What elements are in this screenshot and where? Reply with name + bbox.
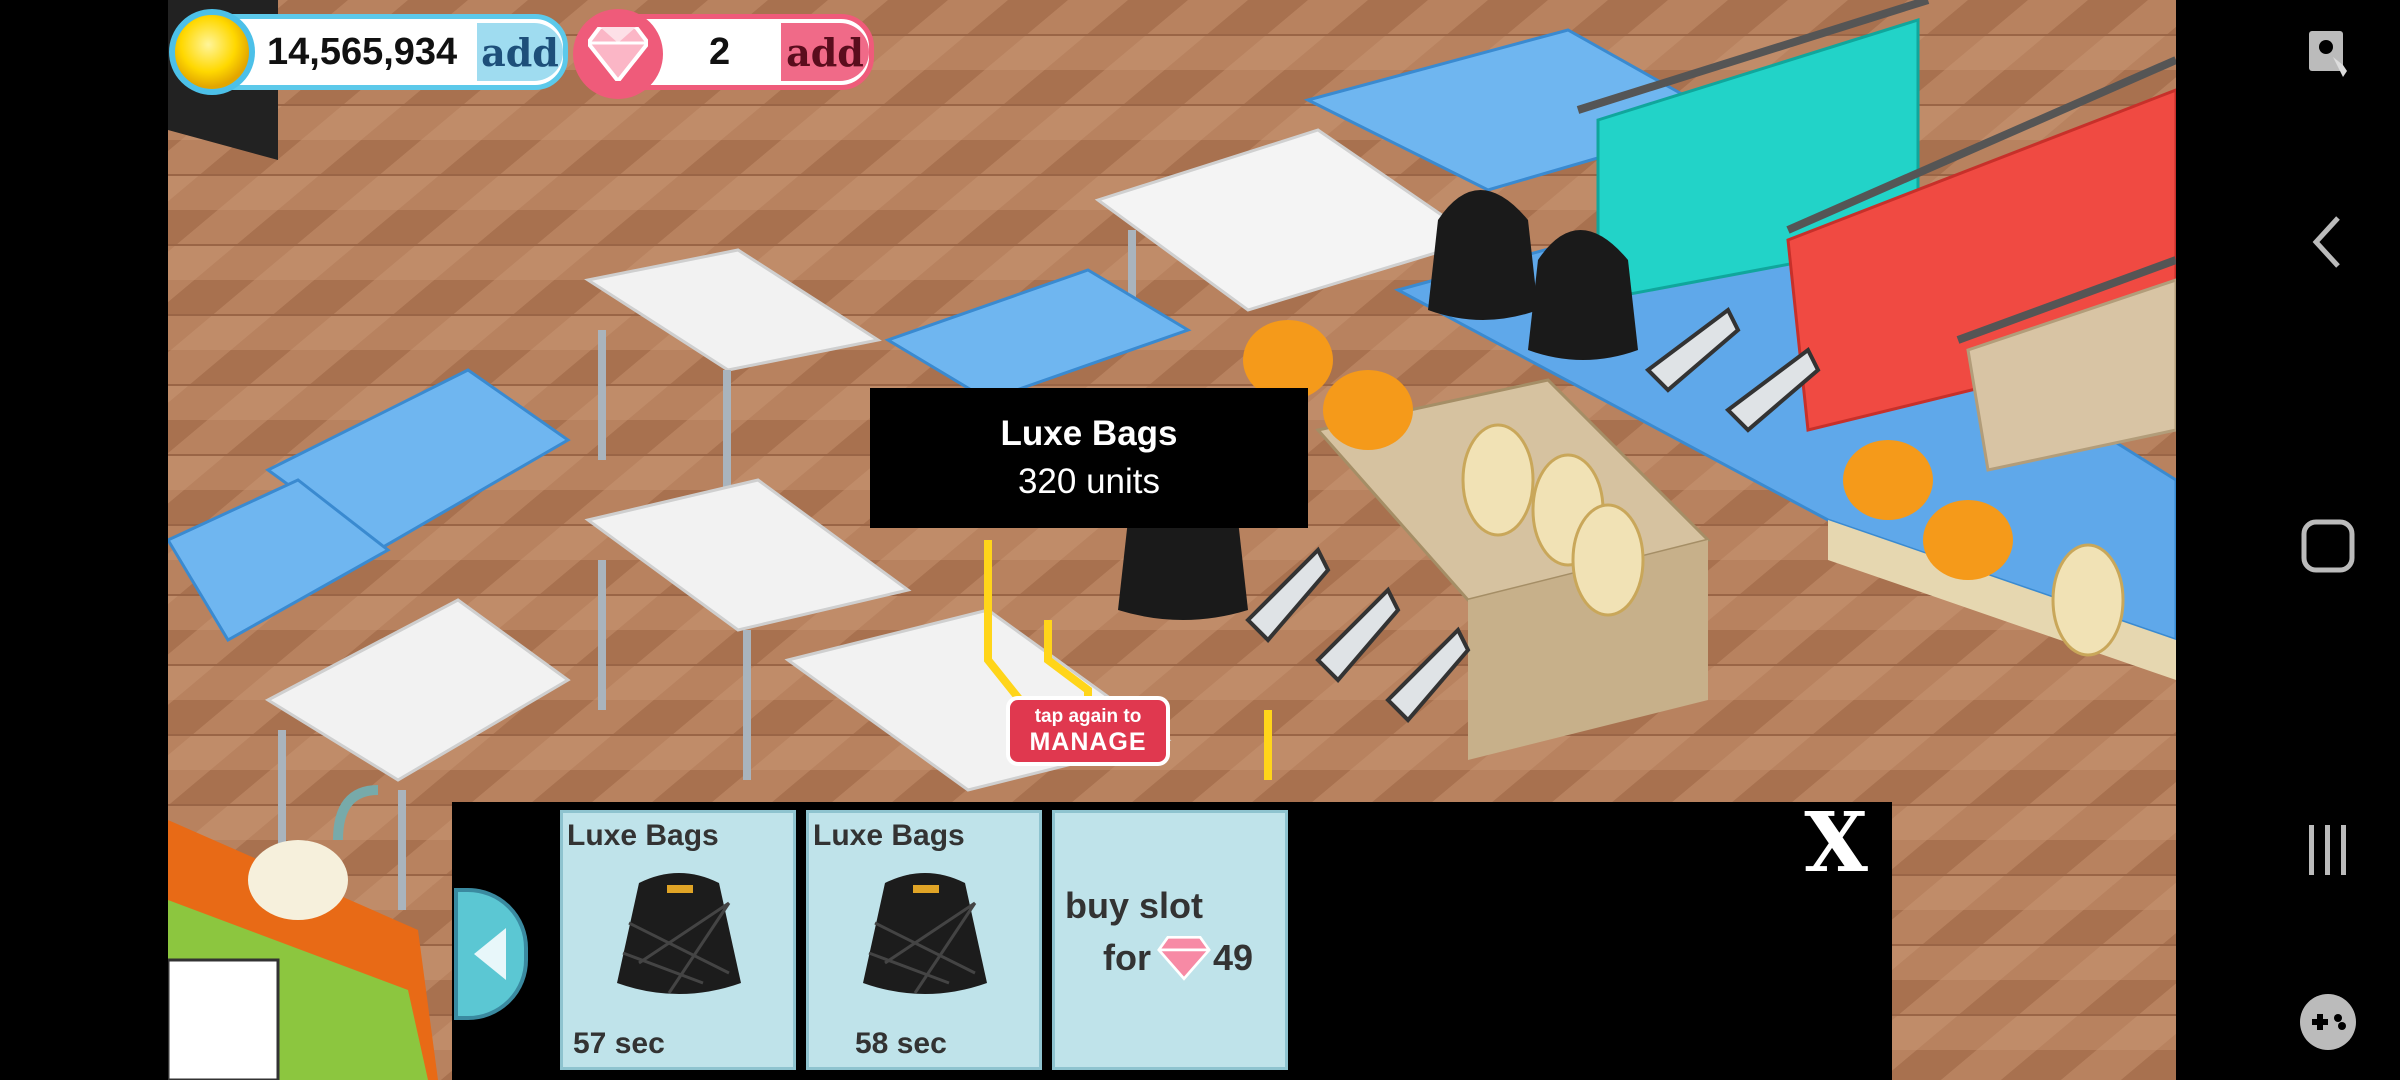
gem-balance-bar: 2 add <box>573 9 874 99</box>
slot-time-remaining: 58 sec <box>855 1027 947 1060</box>
black-quilted-bag-icon <box>863 873 987 994</box>
coin-balance: 14,565,934 <box>267 30 458 73</box>
gem-icon <box>1157 935 1211 981</box>
screen-capture-icon[interactable] <box>2296 22 2360 86</box>
gem-balance: 2 <box>709 30 731 73</box>
coin-icon <box>169 9 255 95</box>
back-icon[interactable] <box>2296 210 2360 274</box>
add-coins-button[interactable]: add <box>477 23 563 81</box>
slot-item-name: Luxe Bags <box>567 819 719 852</box>
buy-slot-button[interactable]: buy slot for 49 <box>1052 810 1288 1070</box>
slot-time-remaining: 57 sec <box>573 1027 665 1060</box>
recents-icon[interactable] <box>2296 818 2360 882</box>
close-panel-button[interactable]: X <box>1796 802 1876 884</box>
left-arrow-icon <box>474 928 506 980</box>
tooltip-units: 320 units <box>1017 462 1161 501</box>
game-viewport[interactable]: 14,565,934 add 2 add Luxe Bags 320 units… <box>168 0 2176 1080</box>
game-launcher-icon[interactable] <box>2296 990 2360 1054</box>
home-icon[interactable] <box>2296 514 2360 578</box>
tooltip-item-name: Luxe Bags <box>1000 414 1178 453</box>
buy-slot-price: 49 <box>1213 937 1254 978</box>
buy-slot-label: buy slot <box>1065 885 1204 926</box>
coin-balance-bar: 14,565,934 add <box>169 9 568 95</box>
manage-label: MANAGE <box>1029 728 1147 756</box>
panel-scroll-left-button[interactable] <box>454 888 528 1020</box>
buy-slot-price-row: for 49 <box>1103 935 1253 981</box>
gem-icon <box>573 9 663 99</box>
manage-hint: tap again to <box>1034 706 1142 727</box>
item-tooltip: Luxe Bags 320 units <box>870 388 1308 528</box>
buy-slot-for: for <box>1103 937 1151 978</box>
add-gems-button[interactable]: add <box>781 23 869 81</box>
manage-button[interactable]: tap again to MANAGE <box>1006 696 1170 766</box>
black-quilted-bag-icon <box>617 873 741 994</box>
production-slot-1[interactable]: Luxe Bags 57 sec <box>560 810 796 1070</box>
slot-item-name: Luxe Bags <box>813 819 965 852</box>
production-slot-2[interactable]: Luxe Bags 58 sec <box>806 810 1042 1070</box>
